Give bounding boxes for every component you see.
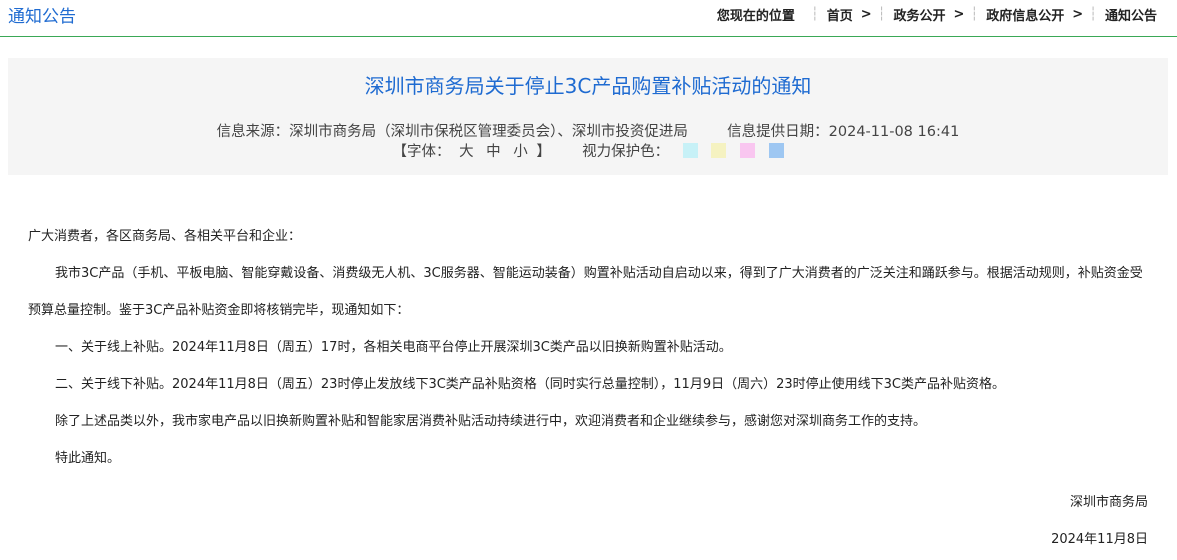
top-bar: 通知公告 您现在的位置 ┆ 首页 > ┆ 政务公开 > ┆ 政府信息公开 > ┆…	[0, 0, 1177, 37]
breadcrumb-divider: ┆	[970, 7, 979, 22]
signer: 深圳市商务局	[1069, 495, 1148, 510]
eye-protection-label: 视力保护色：	[582, 144, 670, 160]
eye-color-swatch-blue[interactable]	[768, 143, 784, 158]
reading-tools: 【字体： 大 中 小 】 视力保护色：	[8, 140, 1168, 161]
article-header: 深圳市商务局关于停止3C产品购置补贴活动的通知 信息来源：深圳市商务局（深圳市保…	[8, 58, 1168, 175]
font-size-close: 】	[536, 144, 551, 160]
eye-color-swatch-cyan[interactable]	[682, 143, 698, 158]
source-value: 深圳市商务局（深圳市保税区管理委员会）、深圳市投资促进局	[289, 124, 688, 140]
breadcrumb-gov-affairs-link[interactable]: 政务公开	[893, 5, 945, 24]
paragraph-offline: 二、关于线下补贴。2024年11月8日（周五）23时停止发放线下3C类产品补贴资…	[55, 377, 1005, 392]
date-label: 信息提供日期：	[727, 124, 829, 140]
article-body: 广大消费者，各区商务局、各相关平台和企业： 我市3C产品（手机、平板电脑、智能穿…	[28, 225, 1153, 477]
source-label: 信息来源：	[216, 124, 290, 140]
breadcrumb-arrow: >	[1072, 7, 1084, 22]
section-title: 通知公告	[8, 7, 76, 27]
greeting: 广大消费者，各区商务局、各相关平台和企业：	[28, 229, 302, 244]
breadcrumb-notices-link[interactable]: 通知公告	[1105, 5, 1157, 24]
article-title: 深圳市商务局关于停止3C产品购置补贴活动的通知	[364, 74, 812, 98]
font-size-medium-button[interactable]: 中	[486, 144, 501, 160]
sign-date: 2024年11月8日	[1051, 532, 1148, 547]
breadcrumb-arrow: >	[953, 7, 965, 22]
paragraph-intro: 我市3C产品（手机、平板电脑、智能穿戴设备、消费级无人机、3C服务器、智能运动装…	[28, 266, 1143, 318]
paragraph-other: 除了上述品类以外，我市家电产品以旧换新购置补贴和智能家居消费补贴活动持续进行中，…	[55, 414, 927, 429]
font-size-label: 【字体：	[392, 144, 451, 160]
breadcrumb-divider: ┆	[1089, 7, 1097, 22]
font-size-small-button[interactable]: 小	[513, 144, 528, 160]
paragraph-closing: 特此通知。	[55, 451, 121, 466]
font-size-large-button[interactable]: 大	[459, 144, 474, 160]
breadcrumb-lead: 您现在的位置	[716, 9, 795, 24]
breadcrumb-divider: ┆	[810, 7, 819, 22]
paragraph-online: 一、关于线上补贴。2024年11月8日（周五）17时，各相关电商平台停止开展深圳…	[55, 340, 732, 355]
date-value: 2024-11-08 16:41	[828, 124, 960, 140]
breadcrumb: 您现在的位置 ┆ 首页 > ┆ 政务公开 > ┆ 政府信息公开 > ┆ 通知公告	[717, 5, 1157, 24]
eye-color-swatch-pink[interactable]	[739, 143, 755, 158]
eye-color-swatch-yellow[interactable]	[711, 143, 727, 158]
breadcrumb-divider: ┆	[877, 7, 886, 22]
breadcrumb-home-link[interactable]: 首页	[827, 5, 853, 24]
article-meta: 信息来源：深圳市商务局（深圳市保税区管理委员会）、深圳市投资促进局 信息提供日期…	[8, 120, 1168, 141]
breadcrumb-gov-info-link[interactable]: 政府信息公开	[986, 5, 1064, 24]
breadcrumb-arrow: >	[860, 7, 872, 22]
